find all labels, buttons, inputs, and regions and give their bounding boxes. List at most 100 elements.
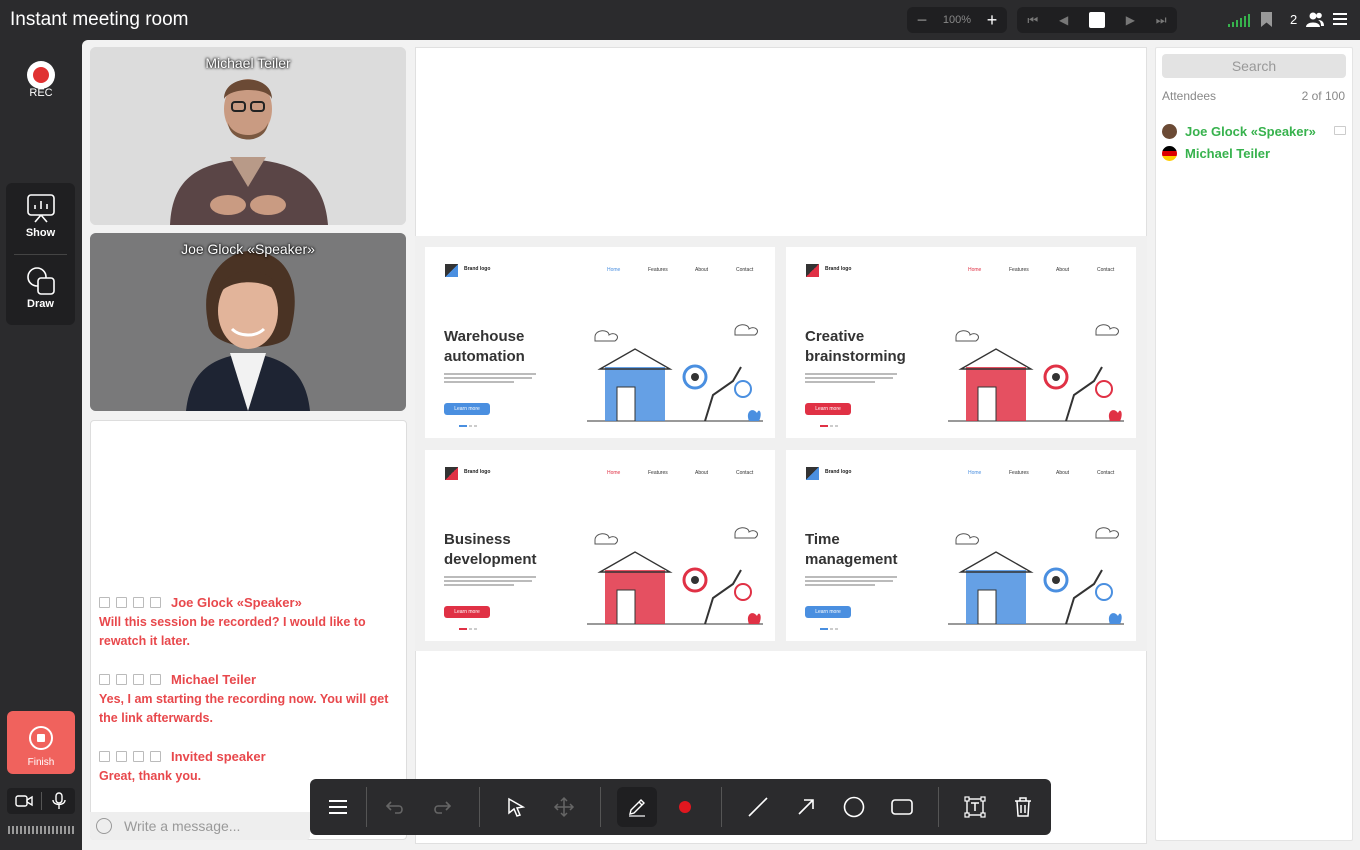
slide-heading: Business development	[444, 530, 574, 570]
redo-icon[interactable]	[422, 787, 462, 827]
slide-card[interactable]: Brand logo Home Features About Contact Wareho…	[425, 247, 775, 438]
zoom-value: 100%	[942, 14, 972, 26]
slide-card[interactable]: Brand logo Home Features About Contact Time ma…	[786, 450, 1136, 641]
pin-icon[interactable]	[133, 750, 144, 762]
slide-nav-item: About	[695, 470, 709, 476]
brand-label: Brand logo	[825, 266, 852, 272]
camera-icon[interactable]	[15, 794, 33, 808]
current-page-indicator[interactable]	[1089, 12, 1105, 28]
menu-icon[interactable]	[318, 787, 358, 827]
slide-body-text	[805, 576, 897, 590]
line-icon[interactable]	[738, 787, 778, 827]
slide-card[interactable]: Brand logo Home Features About Contact Busine…	[425, 450, 775, 641]
attendees-panel: Search Attendees 2 of 100 Joe Glock «Spe…	[1155, 47, 1353, 841]
chat-input[interactable]: Write a message...	[90, 812, 310, 840]
slide-cta-button: Learn more	[444, 403, 490, 415]
next-page-icon[interactable]: ▶	[1126, 13, 1135, 27]
slide-nav-item: Features	[1009, 470, 1029, 476]
record-label[interactable]: REC	[0, 87, 82, 99]
attendee-search-input[interactable]: Search	[1162, 54, 1346, 78]
show-label: Show	[25, 227, 56, 239]
slide-nav-item: Features	[648, 267, 668, 273]
slide-nav-item: About	[1056, 267, 1070, 273]
germany-flag-icon	[1162, 145, 1177, 161]
prev-page-icon[interactable]: ◀	[1059, 13, 1068, 27]
brand-logo-icon	[806, 467, 819, 480]
slide-nav-item: About	[1056, 470, 1070, 476]
video-name-label: Michael Teiler	[205, 55, 291, 71]
chat-panel: Joe Glock «Speaker» Will this session be…	[90, 420, 407, 840]
video-tile-michael[interactable]: Michael Teiler	[90, 47, 406, 225]
pin-icon[interactable]	[133, 673, 144, 685]
bookmark-icon[interactable]	[1261, 12, 1272, 27]
bookmark-icon[interactable]	[150, 673, 161, 685]
pencil-icon[interactable]	[617, 787, 657, 827]
slide-heading-line: Warehouse	[444, 328, 525, 345]
slide-pagination-dots	[459, 425, 477, 427]
text-icon[interactable]	[955, 787, 995, 827]
attendee-row[interactable]: Michael Teiler	[1162, 144, 1348, 162]
top-bar: Instant meeting room − 100% + ⏮ ◀ ▶ ⏭ 2	[0, 0, 1360, 40]
delete-icon[interactable]	[116, 750, 127, 762]
slide-heading: Time management	[805, 530, 935, 570]
attendee-name: Michael Teiler	[1185, 145, 1271, 161]
slide-body-text	[805, 373, 897, 387]
slide-nav-item: Home	[607, 267, 621, 273]
undo-icon[interactable]	[375, 787, 415, 827]
finish-button[interactable]: Finish	[7, 711, 75, 774]
slide-illustration	[948, 527, 1124, 625]
copy-icon[interactable]	[99, 750, 110, 762]
screen-icon[interactable]	[1334, 126, 1346, 135]
microphone-icon[interactable]	[52, 792, 66, 810]
draw-mode-button[interactable]: Draw	[6, 266, 75, 310]
zoom-control: − 100% +	[907, 7, 1007, 33]
bookmark-icon[interactable]	[150, 596, 161, 608]
show-mode-button[interactable]: Show	[6, 193, 75, 239]
copy-icon[interactable]	[99, 596, 110, 608]
delete-icon[interactable]	[116, 673, 127, 685]
trash-icon[interactable]	[1003, 787, 1043, 827]
slide-nav-item: Features	[1009, 267, 1029, 273]
media-divider	[41, 792, 42, 810]
arrow-icon[interactable]	[786, 787, 826, 827]
move-icon[interactable]	[544, 787, 584, 827]
slide-heading-line: management	[805, 551, 898, 568]
circle-icon[interactable]	[834, 787, 874, 827]
emoji-icon[interactable]	[96, 818, 112, 834]
record-icon[interactable]	[27, 61, 55, 89]
slide-heading: Creative brainstorming	[805, 327, 935, 367]
users-icon[interactable]	[1306, 11, 1324, 27]
slide-heading-line: automation	[444, 348, 525, 365]
message-author: Joe Glock «Speaker»	[171, 594, 302, 610]
zoom-out-button[interactable]: −	[915, 10, 929, 31]
slide-heading-line: Business	[444, 531, 511, 548]
color-dot-icon[interactable]	[665, 787, 705, 827]
video-tile-joe[interactable]: Joe Glock «Speaker»	[90, 233, 406, 411]
brand-logo-icon	[806, 264, 819, 277]
bookmark-icon[interactable]	[150, 750, 161, 762]
slide-illustration	[948, 324, 1124, 422]
last-page-icon[interactable]: ⏭	[1156, 13, 1167, 28]
copy-icon[interactable]	[99, 673, 110, 685]
attendee-row[interactable]: Joe Glock «Speaker»	[1162, 122, 1348, 140]
slide-heading: Warehouse automation	[444, 327, 574, 367]
message-text: Yes, I am starting the recording now. Yo…	[99, 692, 389, 725]
slide-card[interactable]: Brand logo Home Features About Contact Creati…	[786, 247, 1136, 438]
select-icon[interactable]	[496, 787, 536, 827]
slide-nav-item: Contact	[736, 470, 754, 476]
draw-label: Draw	[27, 298, 54, 310]
shapes-icon	[26, 267, 55, 295]
mode-toolbox: Show Draw	[6, 183, 75, 325]
zoom-in-button[interactable]: +	[985, 10, 999, 31]
toolbox-divider	[14, 254, 67, 255]
slide-nav-item: About	[695, 267, 709, 273]
message-author: Michael Teiler	[171, 671, 257, 687]
rectangle-icon[interactable]	[882, 787, 922, 827]
main-menu-icon[interactable]	[1333, 13, 1347, 25]
slide-heading-line: development	[444, 551, 537, 568]
first-page-icon[interactable]: ⏮	[1027, 13, 1038, 28]
slide-cta-button: Learn more	[444, 606, 490, 618]
delete-icon[interactable]	[116, 596, 127, 608]
pin-icon[interactable]	[133, 596, 144, 608]
brand-label: Brand logo	[464, 266, 491, 272]
